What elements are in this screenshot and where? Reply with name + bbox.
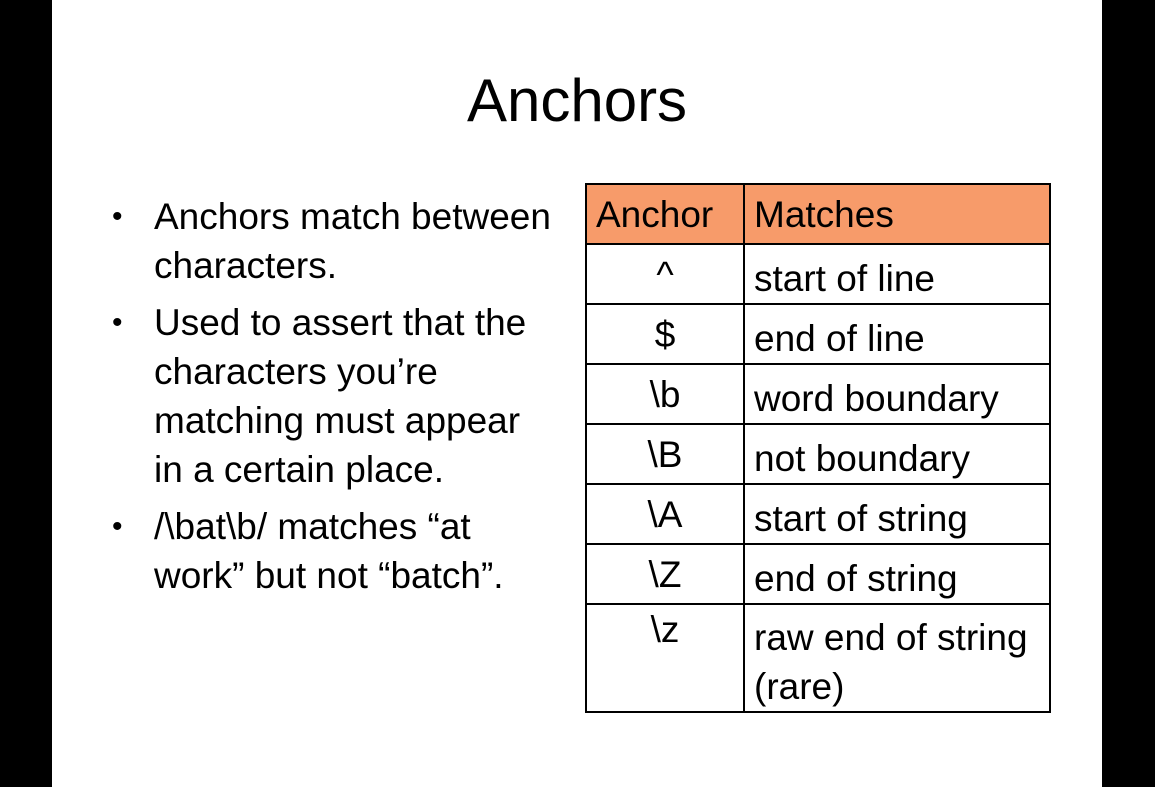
anchor-cell: $ (585, 303, 745, 365)
bullet-marker: • (112, 200, 123, 233)
matches-cell: not boundary (743, 423, 1051, 485)
anchor-cell: \z (585, 603, 745, 713)
anchors-table: Anchor Matches ^ start of line $ end of … (585, 183, 1051, 713)
table-row: ^ start of line (585, 243, 1051, 305)
table-row: \A start of string (585, 483, 1051, 545)
table-row: \B not boundary (585, 423, 1051, 485)
slide: Anchors • Anchors match between characte… (52, 0, 1102, 787)
bullet-list: • Anchors match between characters. • Us… (112, 192, 552, 608)
bullet-text: /\bat\b/ matches “at work” but not “batc… (154, 506, 504, 596)
bullet-item: • Anchors match between characters. (112, 192, 552, 290)
matches-cell: start of line (743, 243, 1051, 305)
matches-cell: end of line (743, 303, 1051, 365)
anchor-cell: \B (585, 423, 745, 485)
bullet-item: • /\bat\b/ matches “at work” but not “ba… (112, 502, 552, 600)
bullet-marker: • (112, 306, 123, 339)
matches-cell: end of string (743, 543, 1051, 605)
bullet-marker: • (112, 510, 123, 543)
bullet-text: Anchors match between characters. (154, 196, 551, 286)
anchor-cell: \b (585, 363, 745, 425)
anchor-cell: \Z (585, 543, 745, 605)
anchor-cell: \A (585, 483, 745, 545)
table-header-row: Anchor Matches (585, 183, 1051, 245)
bullet-text: Used to assert that the characters you’r… (154, 302, 527, 490)
bullet-item: • Used to assert that the characters you… (112, 298, 552, 494)
matches-cell: start of string (743, 483, 1051, 545)
column-header-matches: Matches (743, 183, 1051, 245)
table-row: \b word boundary (585, 363, 1051, 425)
matches-cell: raw end of string (rare) (743, 603, 1051, 713)
anchor-cell: ^ (585, 243, 745, 305)
matches-cell: word boundary (743, 363, 1051, 425)
table-row: $ end of line (585, 303, 1051, 365)
table-row: \Z end of string (585, 543, 1051, 605)
table-row: \z raw end of string (rare) (585, 603, 1051, 713)
column-header-anchor: Anchor (585, 183, 745, 245)
slide-title: Anchors (466, 67, 688, 134)
